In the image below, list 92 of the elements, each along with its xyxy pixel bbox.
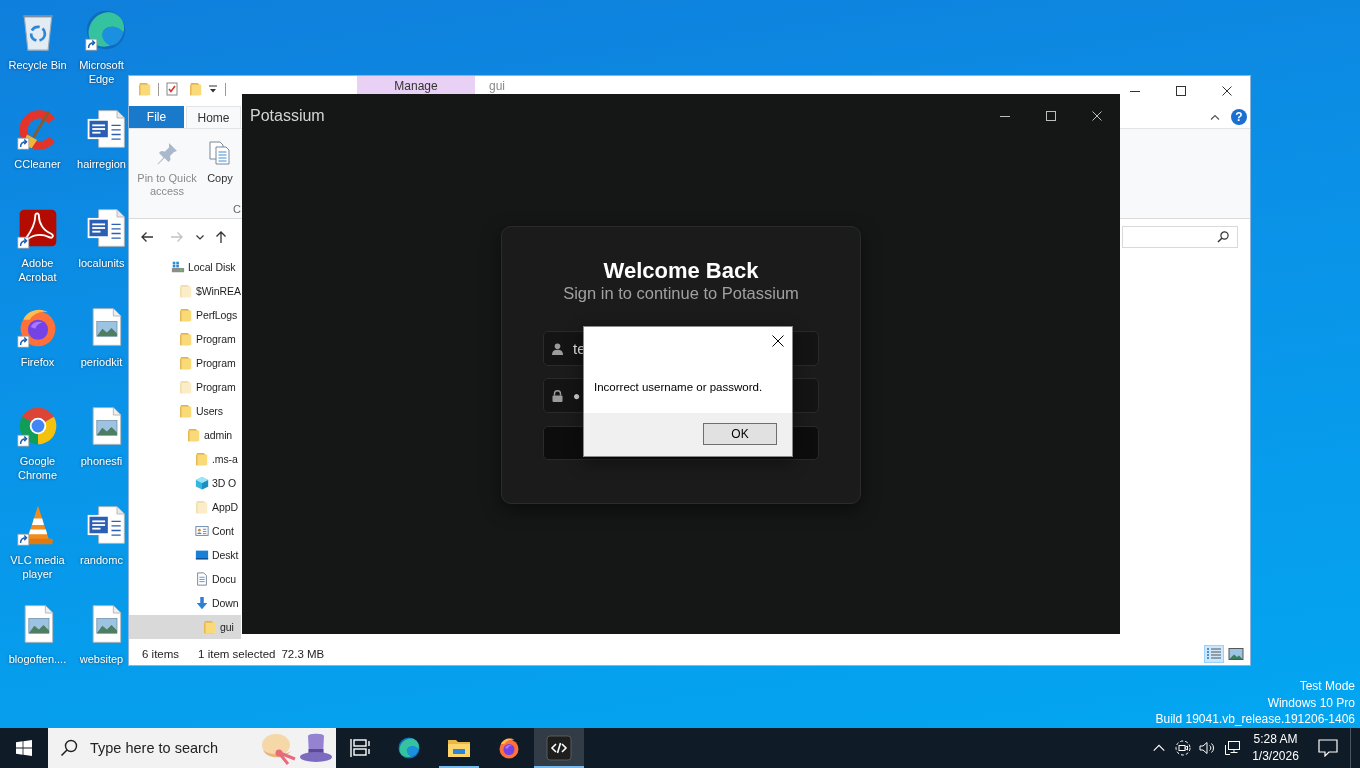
camera-icon[interactable] — [1175, 740, 1191, 756]
tree-item[interactable]: Cont — [129, 519, 241, 543]
tree-item[interactable]: Program — [129, 351, 241, 375]
user-icon — [552, 342, 563, 355]
details-view-icon — [1206, 647, 1222, 661]
desktop-icon-label[interactable]: hairregion — [77, 157, 126, 171]
speaker-icon[interactable] — [1199, 740, 1215, 756]
folder-icon — [179, 332, 193, 346]
clock-time[interactable]: 5:28 AM — [1253, 731, 1298, 748]
desktop-icon-label[interactable]: Microsoft Edge — [75, 58, 128, 86]
tree-item[interactable]: Users — [129, 399, 241, 423]
tree-item[interactable]: Docu — [129, 567, 241, 591]
folder-icon — [203, 620, 217, 634]
code-icon — [546, 735, 572, 761]
cube-icon — [195, 476, 209, 490]
folder-icon — [179, 404, 193, 418]
start-icon[interactable] — [16, 740, 32, 756]
tree-item[interactable]: Local Disk — [129, 255, 241, 279]
search-field[interactable] — [1122, 226, 1238, 248]
file-tab[interactable]: File — [129, 106, 184, 128]
up-arrow-icon[interactable] — [214, 230, 228, 244]
folder-icon — [195, 452, 209, 466]
help-button[interactable]: ? — [1231, 109, 1247, 125]
search-icon — [60, 739, 78, 757]
taskbar-button[interactable] — [534, 728, 584, 768]
view-button[interactable] — [1226, 645, 1246, 663]
faded-folder-icon — [179, 380, 193, 394]
desktop-notice-text: Windows 10 Pro — [1267, 694, 1355, 711]
login-subheading: Sign in to continue to Potassium — [562, 284, 800, 302]
ribbon-tab[interactable]: Home — [186, 106, 241, 128]
properties-icon[interactable] — [165, 82, 179, 96]
copy-button[interactable]: Copy — [202, 140, 238, 198]
window-title: Potassium — [249, 107, 325, 125]
ribbon-group-label: C — [233, 203, 241, 216]
maximize-icon[interactable] — [1176, 86, 1186, 96]
status-text: 72.3 MB — [281, 648, 325, 660]
document-icon — [195, 572, 209, 586]
status-text: 6 items — [142, 648, 180, 660]
faded-folder-icon — [179, 284, 193, 298]
desktop-notice-text: Test Mode — [1299, 678, 1355, 695]
network-icon[interactable] — [1224, 740, 1240, 756]
desktop-icon — [195, 548, 209, 562]
desktop-icon-label[interactable]: Recycle Bin — [8, 58, 67, 72]
desktop-notice-text: Build 19041.vb_release.191206-1406 — [1155, 711, 1355, 728]
window-title: gui — [489, 78, 505, 95]
search-box[interactable]: Type here to search — [48, 728, 336, 768]
maximize-icon[interactable] — [1046, 111, 1056, 121]
desktop-icon-label[interactable]: CCleaner — [14, 157, 61, 171]
login-heading: Welcome Back — [602, 258, 760, 284]
tree-item[interactable]: PerfLogs — [129, 303, 241, 327]
tree-item[interactable]: .ms-a — [129, 447, 241, 471]
browser-icon — [397, 736, 421, 760]
task-view-icon — [349, 738, 371, 758]
close-icon[interactable] — [1092, 111, 1102, 121]
tree-item[interactable]: 3D O — [129, 471, 241, 495]
ok-button[interactable]: OK — [703, 423, 777, 445]
chevron-down-icon[interactable] — [196, 234, 204, 240]
dropdown-icon[interactable] — [209, 84, 217, 94]
close-icon[interactable] — [772, 335, 784, 347]
copy-icon — [208, 140, 232, 166]
tree-item[interactable]: $WinREA — [129, 279, 241, 303]
status-text: 1 item selected — [198, 648, 276, 660]
drive-icon — [171, 260, 185, 274]
large-icons-view-icon — [1228, 647, 1244, 661]
tree-item[interactable]: admin — [129, 423, 241, 447]
notification-icon[interactable] — [1318, 739, 1338, 757]
tree-item[interactable]: Program — [129, 375, 241, 399]
clock-date[interactable]: 1/3/2026 — [1252, 748, 1299, 765]
browser-icon — [497, 736, 521, 760]
folder-icon — [179, 356, 193, 370]
lock-icon — [552, 389, 563, 402]
desktop-icon-label[interactable]: Adobe Acrobat — [4, 256, 71, 284]
contact-card-icon — [195, 524, 209, 538]
download-arrow-icon — [195, 596, 209, 610]
top-hat-icon — [298, 732, 334, 764]
tree-item[interactable]: Program — [129, 327, 241, 351]
tree-item[interactable]: Deskt — [129, 543, 241, 567]
folder-icon — [447, 737, 471, 759]
tree-item[interactable]: AppD — [129, 495, 241, 519]
browser-icon[interactable] — [84, 8, 128, 52]
tree-item[interactable]: Down — [129, 591, 241, 615]
desktop-icon-label[interactable]: localunits — [78, 256, 125, 270]
back-arrow-icon[interactable] — [140, 230, 154, 244]
tree-item[interactable]: gui — [129, 615, 241, 639]
folder-icon — [179, 308, 193, 322]
dialog-message: Incorrect username or password. — [593, 380, 764, 394]
faded-folder-icon — [195, 500, 209, 514]
pin-icon — [155, 140, 179, 166]
close-icon[interactable] — [1222, 86, 1232, 96]
folder-icon — [187, 428, 201, 442]
search-icon — [1217, 231, 1229, 243]
collapse-caret-icon[interactable] — [1210, 114, 1220, 120]
